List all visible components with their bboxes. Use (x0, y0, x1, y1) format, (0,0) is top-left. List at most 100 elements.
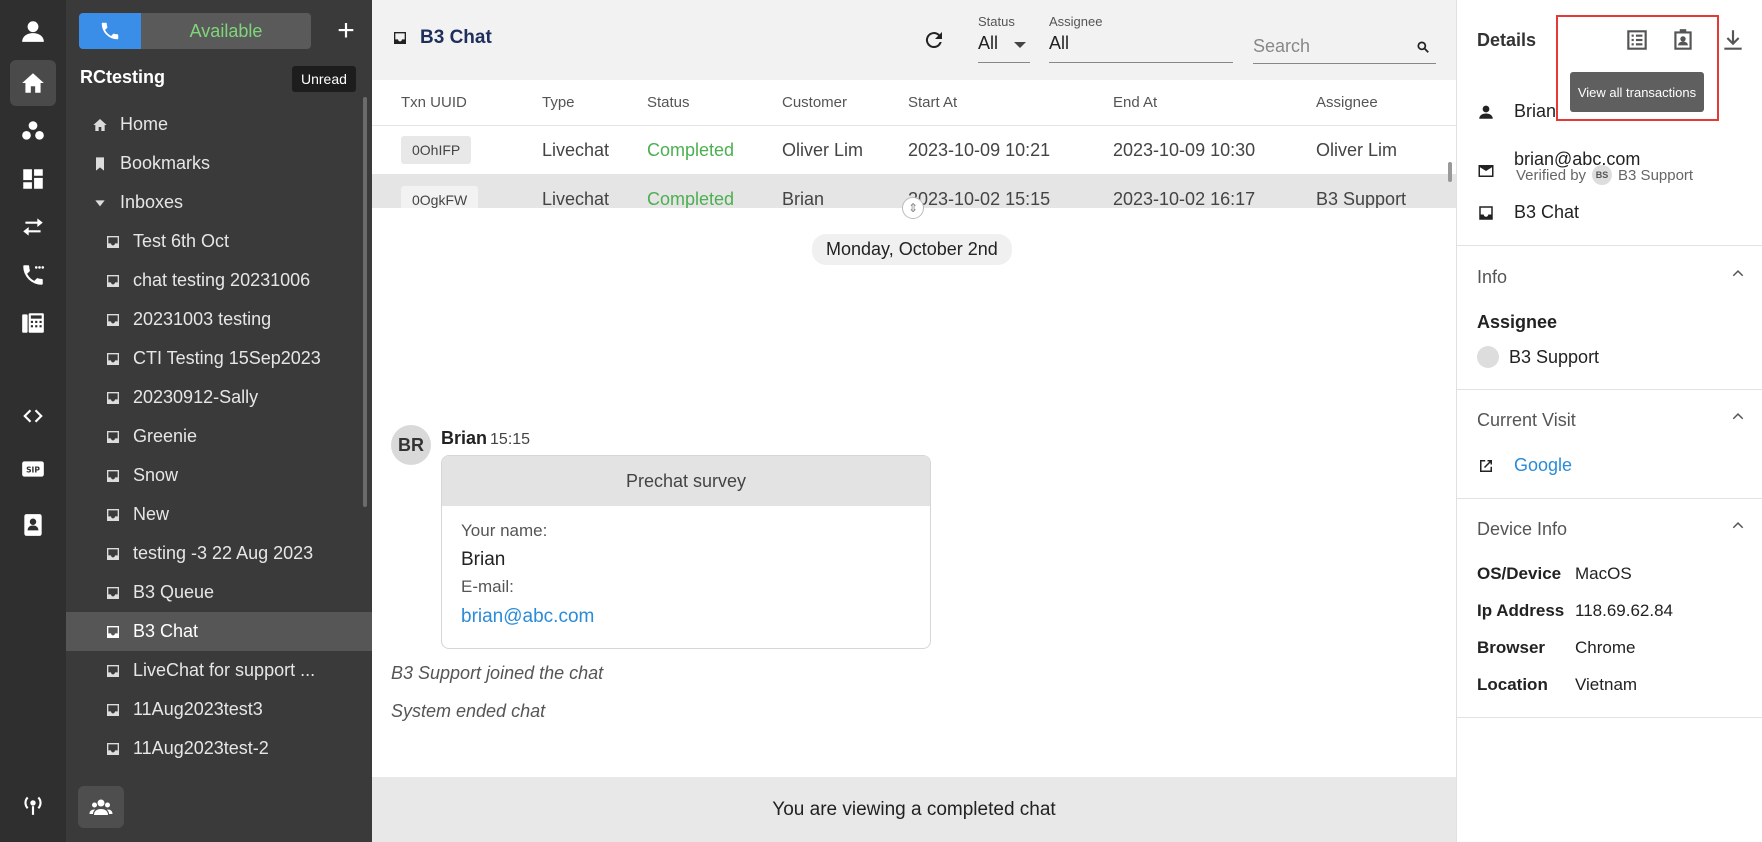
code-icon[interactable] (10, 393, 56, 439)
phone-button[interactable] (79, 13, 141, 49)
txn-uuid-chip[interactable]: 0OgkFW (401, 185, 479, 208)
column-header[interactable]: Start At (908, 94, 957, 111)
column-header[interactable]: Type (542, 94, 575, 111)
txn-type: Livechat (542, 189, 610, 208)
column-header[interactable]: Status (647, 94, 690, 111)
device-key: Location (1477, 675, 1548, 694)
inbox-item[interactable]: chat testing 20231006 (66, 261, 372, 300)
column-header[interactable]: End At (1113, 94, 1157, 111)
add-icon[interactable]: + (328, 13, 364, 49)
inbox-item-selected[interactable]: B3 Chat (66, 612, 372, 651)
nav-item-inboxes[interactable]: Inboxes (66, 183, 372, 222)
device-value: Vietnam (1575, 675, 1638, 694)
device-info-section-title[interactable]: Device Info (1477, 519, 1567, 540)
group-icon (89, 799, 113, 815)
visit-link[interactable]: Google (1514, 455, 1572, 476)
caret-down-icon (92, 195, 108, 211)
inbox-icon (105, 351, 121, 367)
inbox-item[interactable]: B3 Queue (66, 573, 372, 612)
transactions-list-icon[interactable] (1624, 27, 1650, 53)
table-header: Txn UUID Type Status Customer Start At E… (372, 80, 1456, 126)
broadcast-icon[interactable] (10, 781, 56, 827)
inbox-icon (105, 546, 121, 562)
chevron-up-icon[interactable] (1729, 264, 1747, 282)
dropdown-arrow-icon (1014, 42, 1026, 48)
profile-icon[interactable] (10, 8, 56, 54)
table-scrollbar[interactable] (1448, 162, 1452, 182)
sip-icon[interactable]: SIP (10, 446, 56, 492)
sender-name: Brian (441, 428, 488, 448)
contacts-icon[interactable] (10, 502, 56, 548)
info-section-title[interactable]: Info (1477, 267, 1507, 288)
inbox-item[interactable]: New (66, 495, 372, 534)
txn-start: 2023-10-02 15:15 (908, 189, 1051, 208)
inbox-item[interactable]: 20231003 testing (66, 300, 372, 339)
device-value: 118.69.62.84 (1575, 601, 1673, 620)
txn-status: Completed (647, 189, 735, 208)
column-header[interactable]: Assignee (1316, 94, 1378, 111)
search-icon[interactable] (1416, 40, 1430, 54)
download-icon[interactable] (1720, 27, 1746, 53)
phone-system-icon[interactable] (10, 300, 56, 346)
assignee-avatar (1477, 346, 1499, 368)
availability-status-button[interactable]: Available (141, 13, 311, 49)
transactions-table: Txn UUID Type Status Customer Start At E… (372, 80, 1456, 208)
team-rail-icon[interactable] (10, 108, 56, 154)
chevron-up-icon[interactable] (1729, 516, 1747, 534)
inbox-item[interactable]: Test 6th Oct (66, 222, 372, 261)
nav-item-bookmarks[interactable]: Bookmarks (66, 144, 372, 183)
divider (1457, 498, 1762, 499)
nav-item-label: Home (120, 114, 169, 134)
current-visit-section-title[interactable]: Current Visit (1477, 410, 1576, 431)
transfer-icon[interactable] (10, 204, 56, 250)
sidebar-scrollbar[interactable] (363, 97, 367, 507)
home-rail-icon[interactable] (10, 60, 56, 106)
search-input[interactable] (1253, 32, 1403, 60)
team-button[interactable] (78, 786, 124, 828)
inbox-label: 20231003 testing (133, 309, 272, 329)
assignee-filter-value: All (1049, 33, 1070, 53)
txn-customer: Brian (782, 189, 825, 208)
chevron-up-icon[interactable] (1729, 407, 1747, 425)
inbox-header: B3 Chat Status All Assignee All (372, 0, 1456, 80)
refresh-icon[interactable] (922, 28, 946, 52)
inbox-item[interactable]: Snow (66, 456, 372, 495)
nav-item-label: Bookmarks (120, 153, 211, 173)
inbox-item[interactable]: testing -3 22 Aug 2023 (66, 534, 372, 573)
txn-type: Livechat (542, 139, 610, 160)
txn-start: 2023-10-09 10:21 (908, 139, 1051, 160)
table-row[interactable]: 0OhIFP Livechat Completed Oliver Lim 202… (372, 126, 1456, 175)
customer-inbox: B3 Chat (1514, 202, 1580, 222)
inbox-item[interactable]: LiveChat for support ... (66, 651, 372, 690)
completed-chat-banner: You are viewing a completed chat (372, 777, 1456, 842)
inbox-label: Test 6th Oct (133, 231, 230, 251)
nav-item-home[interactable]: Home (66, 105, 372, 144)
txn-customer: Oliver Lim (782, 139, 864, 160)
inbox-label: B3 Chat (133, 621, 199, 641)
inbox-label: CTI Testing 15Sep2023 (133, 348, 321, 368)
assignee-label: Assignee (1477, 312, 1558, 332)
inbox-icon (105, 507, 121, 523)
system-message: B3 Support joined the chat (391, 663, 604, 683)
inbox-item[interactable]: 11Aug2023test3 (66, 690, 372, 729)
call-log-icon[interactable] (10, 252, 56, 298)
inbox-icon (105, 273, 121, 289)
assignee-filter-select[interactable]: All (1049, 33, 1233, 63)
status-filter-select[interactable]: All (978, 33, 1030, 63)
contact-card-icon[interactable] (1670, 27, 1696, 53)
assignee-value: B3 Support (1509, 346, 1600, 367)
inbox-item[interactable]: CTI Testing 15Sep2023 (66, 339, 372, 378)
resize-handle-icon[interactable]: ⇕ (902, 197, 924, 219)
column-header[interactable]: Txn UUID (401, 94, 467, 111)
verified-by: Verified by BS B3 Support (1516, 165, 1693, 185)
inbox-label: chat testing 20231006 (133, 270, 311, 290)
dashboard-icon[interactable] (10, 156, 56, 202)
inbox-item[interactable]: Greenie (66, 417, 372, 456)
inbox-item[interactable]: 11Aug2023test-2 (66, 729, 372, 768)
column-header[interactable]: Customer (782, 94, 847, 111)
inbox-label: New (133, 504, 170, 524)
search-field[interactable] (1253, 32, 1436, 64)
survey-email-link[interactable]: brian@abc.com (461, 606, 911, 628)
txn-uuid-chip[interactable]: 0OhIFP (401, 136, 472, 164)
inbox-item[interactable]: 20230912-Sally (66, 378, 372, 417)
